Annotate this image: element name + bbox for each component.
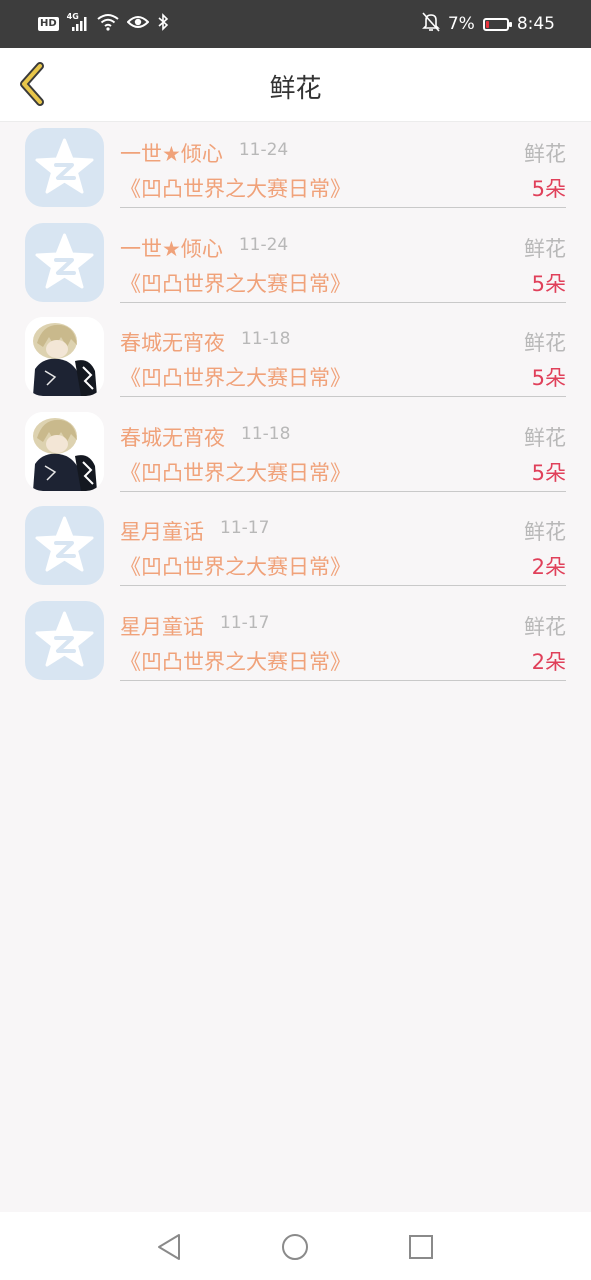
- gift-date: 11-17: [220, 518, 270, 538]
- eye-icon: [126, 14, 150, 34]
- gift-count: 5朵: [531, 177, 566, 201]
- nav-home-button[interactable]: [278, 1230, 312, 1264]
- row-content: 一世★倾心 11-24 鲜花《凹凸世界之大赛日常》 5朵: [120, 217, 566, 303]
- recents-square-icon: [409, 1235, 433, 1259]
- gift-type-label: 鲜花: [524, 520, 566, 544]
- gift-count: 5朵: [531, 366, 566, 390]
- page-title: 鲜花: [269, 74, 322, 104]
- user-avatar[interactable]: [25, 411, 104, 491]
- gift-count: 5朵: [531, 271, 566, 296]
- gift-type-label: 鲜花: [524, 425, 566, 450]
- status-left-icons: HD 4G: [38, 12, 169, 35]
- battery-percent: 7%: [447, 14, 475, 34]
- sender-name: 星月童话: [120, 520, 204, 544]
- nav-recents-button[interactable]: [404, 1230, 438, 1264]
- gift-record-row[interactable]: 春城无宵夜 11-18 鲜花《凹凸世界之大赛日常》 5朵: [0, 311, 591, 406]
- battery-icon: [482, 17, 512, 31]
- gift-record-row[interactable]: 星月童话 11-17 鲜花《凹凸世界之大赛日常》 2朵: [0, 500, 591, 595]
- row-content: 一世★倾心 11-24 鲜花《凹凸世界之大赛日常》 5朵: [120, 122, 566, 208]
- gift-count: 2朵: [531, 555, 566, 579]
- sender-name: 春城无宵夜: [120, 331, 225, 355]
- gift-type-label: 鲜花: [524, 142, 566, 166]
- gift-date: 11-24: [238, 234, 289, 255]
- default-avatar-icon[interactable]: [25, 600, 104, 680]
- gift-type-label: 鲜花: [524, 236, 566, 261]
- row-content: 星月童话 11-17 鲜花《凹凸世界之大赛日常》 2朵: [120, 500, 566, 586]
- sender-name: 一世★倾心: [120, 142, 223, 166]
- battery-level: [485, 20, 489, 28]
- book-title: 《凹凸世界之大赛日常》: [120, 177, 351, 201]
- sender-name: 一世★倾心: [120, 236, 223, 261]
- system-nav-bar: [0, 1212, 591, 1280]
- gift-date: 11-17: [220, 612, 270, 633]
- row-content: 春城无宵夜 11-18 鲜花《凹凸世界之大赛日常》 5朵: [120, 311, 566, 397]
- gift-date: 11-18: [241, 423, 291, 444]
- default-avatar-icon[interactable]: [25, 506, 104, 585]
- gift-record-list: 一世★倾心 11-24 鲜花 《凹凸世界之大赛日常》 5朵 一世★倾心 11-24 鲜花 《凹凸…: [0, 122, 591, 689]
- gift-record-row[interactable]: 春城无宵夜 11-18 鲜花《凹凸世界之大赛日常》 5朵: [0, 406, 591, 501]
- gift-record-row[interactable]: 一世★倾心 11-24 鲜花《凹凸世界之大赛日常》 5朵: [0, 122, 591, 217]
- title-bar: 鲜花: [0, 48, 591, 122]
- gift-count: 2朵: [531, 649, 566, 674]
- row-content: 星月童话 11-17 鲜花《凹凸世界之大赛日常》 2朵: [120, 595, 566, 681]
- row-content: 春城无宵夜 11-18 鲜花《凹凸世界之大赛日常》 5朵: [120, 406, 566, 492]
- gift-type-label: 鲜花: [524, 614, 566, 639]
- gift-type-label: 鲜花: [524, 331, 566, 355]
- back-triangle-icon: [158, 1234, 180, 1260]
- hd-icon: HD: [38, 17, 59, 31]
- home-circle-icon: [282, 1234, 308, 1260]
- gift-record-row[interactable]: 星月童话 11-17 鲜花《凹凸世界之大赛日常》 2朵: [0, 595, 591, 690]
- status-right-icons: 7% 8:45: [421, 11, 555, 37]
- gift-record-row[interactable]: 一世★倾心 11-24 鲜花《凹凸世界之大赛日常》 5朵: [0, 217, 591, 312]
- book-title: 《凹凸世界之大赛日常》: [120, 271, 351, 296]
- nav-back-button[interactable]: [152, 1230, 186, 1264]
- gift-count: 5朵: [531, 460, 566, 485]
- user-avatar[interactable]: [25, 317, 104, 396]
- default-avatar-icon[interactable]: [25, 222, 104, 302]
- book-title: 《凹凸世界之大赛日常》: [120, 460, 351, 485]
- gift-date: 11-18: [241, 329, 291, 349]
- default-avatar-icon[interactable]: [25, 128, 104, 207]
- book-title: 《凹凸世界之大赛日常》: [120, 649, 351, 674]
- signal-icon: 4G: [67, 12, 89, 34]
- wifi-icon: [97, 13, 119, 35]
- book-title: 《凹凸世界之大赛日常》: [120, 555, 351, 579]
- clock: 8:45: [516, 14, 555, 34]
- status-bar: HD 4G 7% 8:45: [0, 0, 591, 48]
- book-title: 《凹凸世界之大赛日常》: [120, 366, 351, 390]
- sender-name: 星月童话: [120, 614, 204, 639]
- sender-name: 春城无宵夜: [120, 425, 225, 450]
- bluetooth-icon: [157, 13, 169, 35]
- gift-date: 11-24: [238, 140, 289, 160]
- bell-off-icon: [421, 11, 440, 37]
